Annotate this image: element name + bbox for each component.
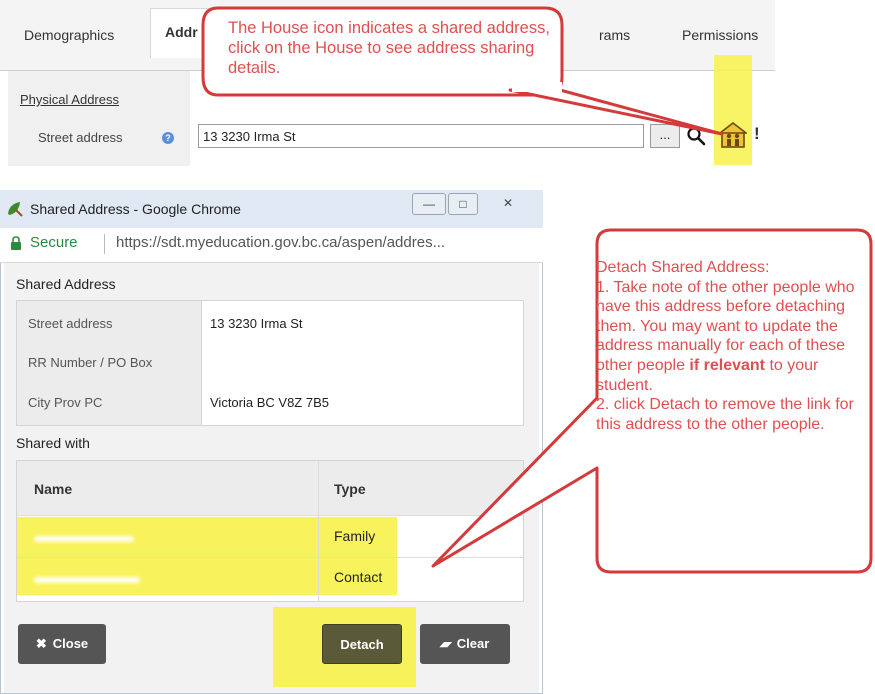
eraser-icon: ▰	[438, 636, 454, 651]
detach-callout-step1: 1. Take note of the other people who hav…	[596, 278, 855, 394]
url-text[interactable]: https://sdt.myeducation.gov.bc.ca/aspen/…	[116, 234, 445, 251]
clear-button[interactable]: ▰ Clear	[420, 624, 510, 664]
info-divider	[201, 301, 202, 425]
lock-icon	[11, 236, 21, 250]
redacted-name	[34, 536, 134, 542]
street-address-value: 13 3230 Irma St	[210, 316, 303, 331]
close-x-icon: ✖	[35, 636, 47, 651]
shared-address-title: Shared Address	[16, 276, 116, 292]
trailing-indicator: !	[754, 124, 760, 143]
physical-address-heading[interactable]: Physical Address	[20, 92, 119, 107]
help-icon[interactable]: ?	[162, 132, 174, 144]
close-button-label: Close	[52, 636, 89, 651]
shared-with-title: Shared with	[16, 435, 90, 451]
secure-label: Secure	[30, 234, 78, 251]
tab-programs[interactable]: rams	[585, 12, 644, 58]
city-prov-pc-value: Victoria BC V8Z 7B5	[210, 395, 329, 410]
url-separator	[104, 234, 105, 254]
type-column-header[interactable]: Type	[334, 481, 366, 497]
street-address-label: Street address	[38, 130, 123, 145]
row-type: Contact	[334, 569, 383, 585]
tab-demographics[interactable]: Demographics	[10, 12, 128, 58]
detach-button-label: Detach	[340, 637, 384, 652]
maximize-button[interactable]: □	[448, 193, 478, 215]
house-callout-text: The House icon indicates a shared addres…	[228, 19, 550, 77]
detach-callout-step2: 2. click Detach to remove the link for t…	[596, 396, 854, 433]
rr-po-box-label: RR Number / PO Box	[28, 355, 153, 370]
detach-button[interactable]: Detach	[322, 624, 402, 664]
window-close-button[interactable]: ✕	[480, 193, 536, 215]
address-label-column	[8, 71, 190, 166]
city-prov-pc-label: City Prov PC	[28, 395, 103, 410]
app-leaf-icon	[8, 202, 23, 217]
street-address-field-label: Street address	[28, 316, 113, 331]
redacted-name	[34, 577, 140, 583]
row-type: Family	[334, 528, 376, 544]
tab-permissions[interactable]: Permissions	[668, 12, 772, 58]
minimize-button[interactable]: —	[412, 193, 446, 215]
detach-callout-text: Detach Shared Address: 1. Take note of t…	[596, 258, 864, 434]
window-title: Shared Address - Google Chrome	[30, 201, 241, 217]
close-button[interactable]: ✖ Close	[18, 624, 106, 664]
detach-callout-heading: Detach Shared Address:	[596, 259, 770, 276]
name-column-header[interactable]: Name	[34, 481, 72, 497]
clear-button-label: Clear	[456, 636, 490, 651]
